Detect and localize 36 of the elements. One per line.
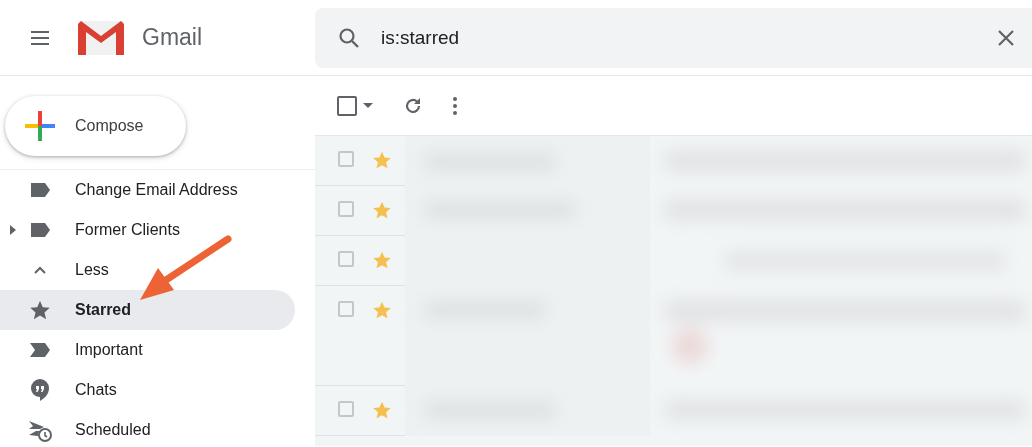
sidebar-item[interactable]: Chats [0, 370, 295, 410]
important-icon [29, 342, 51, 358]
sidebar-item[interactable]: Scheduled [0, 410, 295, 447]
search-bar[interactable]: is:starred [315, 7, 1032, 68]
row-checkbox[interactable] [338, 301, 354, 317]
sidebar-item[interactable]: Former Clients [0, 210, 295, 250]
select-all-checkbox[interactable] [337, 95, 373, 116]
star-icon[interactable] [372, 301, 392, 320]
star-icon [29, 299, 51, 321]
search-input[interactable]: is:starred [379, 25, 996, 50]
row-checkbox[interactable] [338, 401, 354, 417]
more-options-icon[interactable] [453, 96, 457, 115]
close-icon[interactable] [996, 27, 1016, 48]
scheduled-send-icon [28, 418, 52, 442]
app-name: Gmail [142, 24, 203, 51]
star-icon[interactable] [372, 201, 392, 220]
chevron-up-icon [34, 266, 46, 274]
label-icon [29, 222, 51, 238]
star-icon[interactable] [372, 151, 392, 170]
compose-button[interactable]: Compose [5, 96, 186, 156]
chat-bubble-icon [30, 378, 50, 402]
row-checkbox[interactable] [338, 201, 354, 217]
sidebar-item[interactable]: Change Email Address [0, 170, 295, 210]
envelope-logo-icon[interactable] [77, 19, 125, 56]
caret-icon[interactable] [10, 225, 16, 235]
row-checkbox[interactable] [338, 151, 354, 167]
label-icon [29, 182, 51, 198]
sidebar-item[interactable]: Important [0, 330, 295, 370]
caret-icon[interactable] [363, 103, 373, 108]
star-icon[interactable] [372, 251, 392, 270]
row-checkbox[interactable] [338, 251, 354, 267]
plus-icon [25, 111, 55, 141]
sidebar-item[interactable]: Less [0, 250, 295, 290]
star-icon[interactable] [372, 401, 392, 420]
search-icon [337, 25, 361, 50]
sidebar-item[interactable]: Starred [0, 290, 295, 330]
